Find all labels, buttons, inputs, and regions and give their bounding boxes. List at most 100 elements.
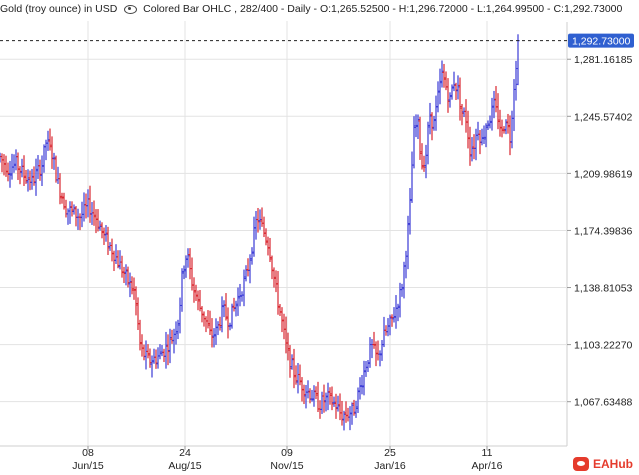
ohlc-bar: [442, 63, 446, 88]
ohlc-bar: [306, 380, 310, 399]
ohlc-bar: [344, 401, 348, 423]
x-tick-month: Aug/15: [168, 460, 201, 472]
ohlc-bar: [214, 318, 218, 345]
ohlc-bar: [282, 313, 286, 340]
ohlc-bar: [146, 344, 150, 359]
ohlc-bar: [376, 340, 380, 361]
ohlc-bar: [188, 248, 192, 280]
ohlc-bar: [218, 316, 222, 331]
x-tick-day: 11: [482, 447, 493, 459]
ohlc-bar: [270, 255, 274, 280]
ohlc-chart[interactable]: 1,281.16185 1,245.57402 1,209.98619 1,174.3…: [0, 0, 639, 475]
y-tick-label: 1,209.98619: [574, 168, 633, 180]
ohlc-bar: [504, 119, 508, 135]
ohlc-bar: [82, 192, 86, 222]
ohlc-bar: [456, 75, 460, 100]
ohlc-bar: [158, 344, 162, 360]
ohlc-bar: [316, 381, 320, 413]
ohlc-bar: [346, 407, 350, 422]
ohlc-bar: [114, 244, 118, 265]
ohlc-bar: [180, 268, 184, 312]
ohlc-bar: [454, 82, 458, 101]
ohlc-bar: [440, 60, 444, 88]
ohlc-bar: [106, 226, 110, 255]
ohlc-bar: [508, 115, 512, 156]
y-tick-label: 1,103.22270: [574, 340, 633, 352]
last-price-label: 1,292.73000: [572, 36, 631, 48]
ohlc-bar: [56, 166, 60, 184]
ohlc-bar: [154, 349, 158, 369]
ohlc-bar: [314, 386, 318, 400]
ohlc-bar: [276, 271, 280, 315]
ohlc-bar: [434, 95, 438, 131]
ohlc-bar: [178, 297, 182, 334]
ohlc-bar: [498, 109, 502, 137]
ohlc-bar: [118, 250, 122, 270]
x-tick-day: 25: [384, 447, 396, 459]
ohlc-bar: [266, 236, 270, 256]
ohlc-bar: [78, 213, 82, 231]
ohlc-bar: [514, 60, 518, 101]
y-tick-label: 1,067.63488: [574, 397, 633, 409]
ohlc-bar: [410, 151, 414, 203]
ohlc-bar: [432, 115, 436, 131]
ohlc-bar: [90, 202, 94, 225]
ohlc-bar: [348, 406, 352, 431]
ohlc-bar: [372, 331, 376, 349]
ohlc-bar: [234, 300, 238, 317]
ohlc-bar: [468, 126, 472, 166]
ohlc-bar: [54, 155, 58, 183]
ohlc-bar: [490, 97, 494, 131]
ohlc-bar: [492, 90, 496, 119]
ohlc-bar: [298, 364, 302, 386]
ohlc-bar: [124, 264, 128, 286]
x-tick-day: 09: [281, 447, 293, 459]
ohlc-bar: [512, 79, 516, 132]
ohlc-bar: [116, 250, 120, 269]
ohlc-bar: [226, 307, 230, 339]
ohlc-bar: [68, 201, 72, 224]
x-tick-month: Jan/16: [374, 460, 406, 472]
ohlc-bar: [352, 399, 356, 416]
ohlc-bar: [206, 310, 210, 329]
ohlc-bar: [136, 297, 140, 330]
ohlc-bar: [290, 354, 294, 370]
ohlc-bar: [426, 121, 430, 165]
ohlc-bar: [160, 345, 164, 357]
grid-lines: [0, 21, 566, 446]
ohlc-bar: [460, 103, 464, 126]
ohlc-bar: [22, 155, 26, 186]
ohlc-bar: [320, 391, 324, 414]
ohlc-bar: [132, 277, 136, 300]
ohlc-bar: [262, 216, 266, 238]
ohlc-bar: [220, 296, 224, 333]
ohlc-bar: [186, 248, 190, 268]
ohlc-bar: [170, 329, 174, 344]
ohlc-bar: [382, 316, 386, 348]
ohlc-bar: [224, 293, 228, 321]
ohlc-bar: [390, 314, 394, 327]
ohlc-bar: [336, 395, 340, 412]
x-tick-month: Nov/15: [270, 460, 303, 472]
ohlc-bar: [98, 220, 102, 231]
ohlc-bar: [436, 81, 440, 113]
ohlc-bar: [128, 272, 132, 298]
ohlc-bar: [108, 242, 112, 251]
ohlc-bar: [176, 319, 180, 340]
ohlc-bar: [40, 155, 44, 187]
ohlc-bar: [404, 250, 408, 279]
ohlc-bar: [446, 78, 450, 113]
ohlc-bar: [358, 377, 362, 400]
ohlc-bar: [222, 300, 226, 318]
ohlc-bar: [50, 136, 54, 169]
ohlc-bars: [0, 34, 520, 431]
ohlc-bar: [120, 255, 124, 278]
ohlc-bar: [138, 319, 142, 351]
ohlc-bar: [394, 295, 398, 329]
ohlc-bar: [334, 393, 338, 419]
ohlc-bar: [362, 360, 366, 396]
ohlc-bar: [402, 261, 406, 299]
eahub-logo-icon: [573, 457, 589, 471]
watermark-text: EAHub: [593, 457, 633, 471]
ohlc-bar: [458, 77, 462, 121]
